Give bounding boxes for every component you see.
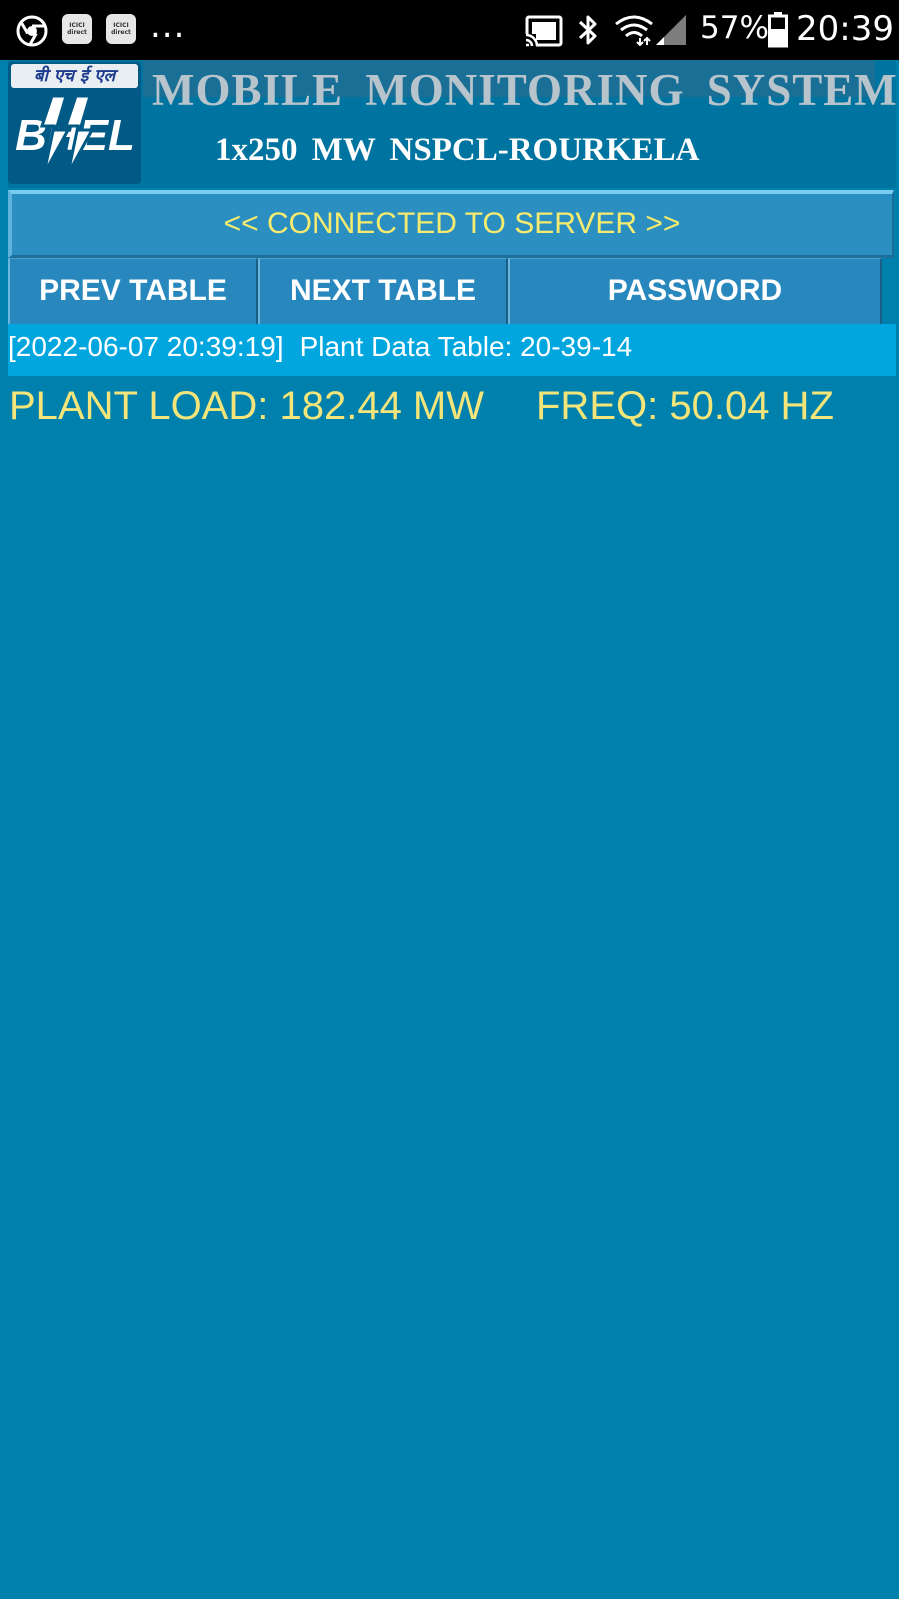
last-update-timestamp: [2022-06-07 20:39:19]: [8, 331, 284, 362]
signal-icon: [656, 15, 686, 45]
status-bar: ICICI direct ICICI direct ... 57% 20:39: [0, 0, 899, 60]
bhel-logo-mark: BHEL: [15, 94, 135, 175]
battery-percentage: 57%: [700, 10, 769, 46]
next-table-button[interactable]: NEXT TABLE: [258, 258, 508, 324]
frequency-reading: FREQ: 50.04 HZ: [536, 384, 834, 428]
prev-table-button[interactable]: PREV TABLE: [8, 258, 258, 324]
plant-load-reading: PLANT LOAD: 182.44 MW: [9, 384, 484, 428]
app-title: MOBILE MONITORING SYSTEM: [152, 65, 898, 115]
table-navigation: PREV TABLE NEXT TABLE PASSWORD: [8, 258, 882, 324]
more-notifications-indicator: ...: [150, 6, 186, 46]
table-label: Plant Data Table: 20-39-14: [299, 331, 633, 362]
bluetooth-icon: [578, 15, 597, 45]
icici-direct-icon: ICICI direct: [62, 14, 92, 44]
cast-icon: [524, 15, 563, 48]
battery-icon: [768, 12, 788, 48]
plant-subtitle: 1x250 MW NSPCL-ROURKELA: [215, 132, 700, 168]
logo-hindi-text: बी एच ई एल: [11, 64, 138, 88]
clock: 20:39: [796, 9, 894, 49]
connection-status-button[interactable]: << CONNECTED TO SERVER >>: [8, 190, 894, 258]
chrome-icon: [16, 15, 48, 47]
wifi-icon: [615, 15, 653, 46]
icici-direct-icon: ICICI direct: [106, 14, 136, 44]
table-info-bar: [2022-06-07 20:39:19] Plant Data Table: 2…: [8, 324, 896, 376]
password-button[interactable]: PASSWORD: [508, 258, 882, 324]
bhel-logo: बी एच ई एल BHEL: [8, 62, 141, 184]
